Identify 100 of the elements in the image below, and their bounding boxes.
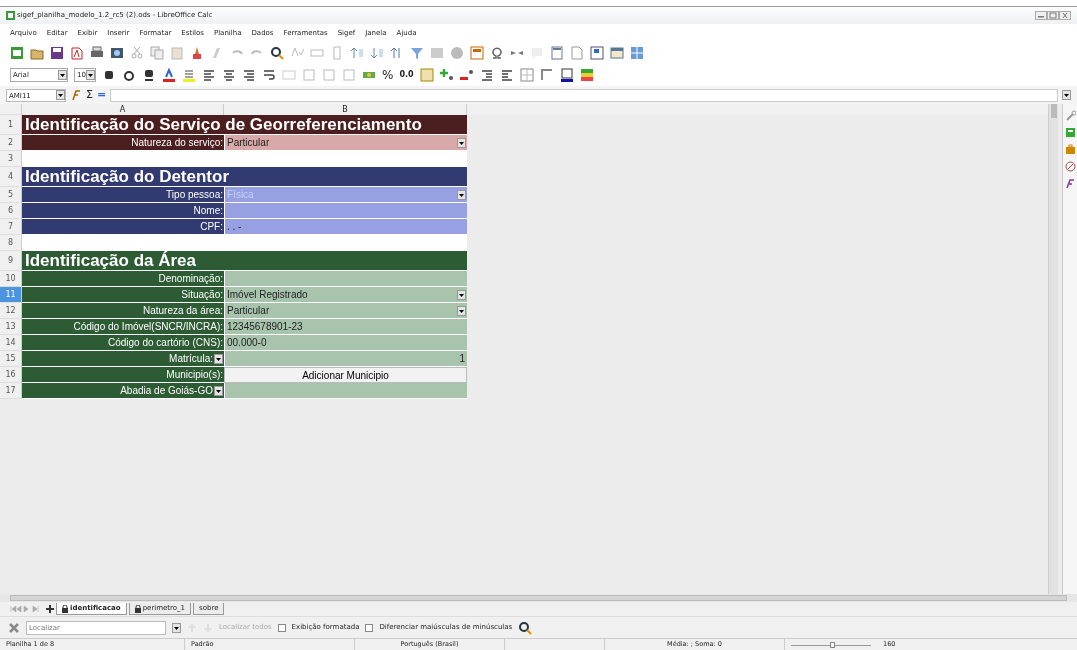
- field-label: Nome:: [193, 204, 223, 218]
- add-decimal-icon[interactable]: [439, 68, 454, 82]
- spreadsheet-icon: [6, 11, 15, 20]
- row-header[interactable]: 3: [0, 151, 22, 167]
- spreadsheet-icon[interactable]: [10, 46, 24, 60]
- row-header[interactable]: 17: [0, 383, 22, 399]
- row-header[interactable]: 8: [0, 235, 22, 251]
- caret-icon: [58, 71, 67, 79]
- sort-ascending-icon[interactable]: [350, 46, 364, 60]
- expand-button[interactable]: [1062, 90, 1071, 100]
- conditional-format-icon[interactable]: [579, 68, 594, 82]
- find-replace-icon[interactable]: [270, 46, 284, 60]
- field-value[interactable]: Imóvel Registrado: [224, 287, 467, 303]
- row-header[interactable]: 4: [0, 167, 22, 187]
- align-center-icon[interactable]: [222, 68, 236, 82]
- row-header[interactable]: 9: [0, 251, 22, 271]
- wrap-text-icon[interactable]: [262, 68, 276, 82]
- print-preview-icon[interactable]: [110, 46, 124, 60]
- field-value[interactable]: 1: [224, 351, 467, 367]
- page-icon[interactable]: [570, 46, 584, 60]
- formula-input[interactable]: [110, 88, 1058, 102]
- grid-icon[interactable]: [630, 46, 644, 60]
- field-label: Municipio(s):: [166, 368, 223, 382]
- close-icon[interactable]: [8, 621, 20, 634]
- add-button[interactable]: Adicionar Municipio: [224, 367, 467, 383]
- minimize-icon[interactable]: [1035, 11, 1047, 20]
- function-wizard-icon[interactable]: [70, 89, 82, 101]
- field-value[interactable]: 12345678901-23: [224, 319, 467, 335]
- field-value[interactable]: . . -: [224, 219, 467, 235]
- row-header[interactable]: 12: [0, 303, 22, 319]
- close-icon[interactable]: [1059, 11, 1071, 20]
- row-header[interactable]: 2: [0, 135, 22, 151]
- sum-button[interactable]: Σ: [86, 86, 93, 104]
- section-heading: Identificação da Área: [22, 251, 467, 271]
- caret-icon: [86, 71, 95, 79]
- align-right-icon[interactable]: [242, 68, 256, 82]
- field-label: Abadia de Goiás-GO: [120, 384, 213, 398]
- row-header[interactable]: 14: [0, 335, 22, 351]
- filter-icon[interactable]: [410, 46, 424, 60]
- row-header[interactable]: 13: [0, 319, 22, 335]
- underline-icon[interactable]: [142, 68, 156, 82]
- delete-decimal-icon[interactable]: [459, 68, 474, 82]
- font-color-icon[interactable]: [162, 68, 176, 82]
- sort-descending-icon[interactable]: [370, 46, 384, 60]
- input-field[interactable]: [224, 383, 467, 399]
- row-header[interactable]: 16: [0, 367, 22, 383]
- checkbox[interactable]: [365, 623, 374, 632]
- border-color-icon[interactable]: [559, 68, 574, 82]
- maximize-icon[interactable]: [1047, 11, 1059, 20]
- wrench-icon[interactable]: [1064, 110, 1076, 121]
- properties-icon[interactable]: [1064, 127, 1076, 138]
- paintbrush-icon[interactable]: [190, 46, 204, 60]
- save-icon[interactable]: [50, 46, 64, 60]
- italic-icon[interactable]: [122, 68, 136, 82]
- field-value[interactable]: Particular: [224, 303, 467, 319]
- zoom-slider-track[interactable]: [791, 644, 871, 650]
- section-heading: Identificação do Serviço de Georreferenciamento: [22, 115, 467, 135]
- scissors-icon[interactable]: [130, 46, 144, 60]
- folder-icon[interactable]: [30, 46, 44, 60]
- input-field[interactable]: [224, 203, 467, 219]
- input-field[interactable]: [224, 271, 467, 287]
- row-header[interactable]: 7: [0, 219, 22, 235]
- split-window-icon[interactable]: [610, 46, 624, 60]
- row-header[interactable]: 15: [0, 351, 22, 367]
- percent-format-button[interactable]: %: [382, 66, 394, 84]
- function-icon[interactable]: [1064, 178, 1076, 189]
- indent-icon[interactable]: [479, 68, 494, 82]
- header-footer-icon[interactable]: [550, 46, 564, 60]
- freeze-icon[interactable]: [590, 46, 604, 60]
- section-heading: Identificação do Detentor: [22, 167, 467, 187]
- bold-icon[interactable]: [102, 68, 116, 82]
- function-button[interactable]: =: [96, 86, 107, 104]
- field-value[interactable]: 00.000-0: [224, 335, 467, 351]
- vertical-scrollbar[interactable]: [1048, 104, 1058, 594]
- field-label: Matrícula:: [169, 352, 213, 366]
- zoom-slider-thumb[interactable]: [830, 641, 835, 648]
- pivot-table-icon[interactable]: [470, 46, 484, 60]
- copy-icon[interactable]: [150, 46, 164, 60]
- highlight-icon[interactable]: [182, 68, 196, 82]
- border-style-icon[interactable]: [539, 68, 554, 82]
- find-replace-icon[interactable]: [518, 620, 533, 635]
- checkbox[interactable]: [277, 623, 286, 632]
- pdf-icon[interactable]: [70, 46, 84, 60]
- date-icon[interactable]: [419, 68, 434, 82]
- printer-icon[interactable]: [90, 46, 104, 60]
- align-left-icon[interactable]: [202, 68, 216, 82]
- row-header[interactable]: 6: [0, 203, 22, 219]
- outdent-icon[interactable]: [499, 68, 514, 82]
- field-value[interactable]: Particular: [224, 135, 467, 151]
- scroll-thumb[interactable]: [1050, 104, 1057, 118]
- omega-icon[interactable]: [490, 46, 504, 60]
- add-sheet-icon[interactable]: [46, 605, 54, 613]
- number-format-button[interactable]: 0.0: [399, 69, 414, 81]
- field-label: Denominação:: [158, 272, 223, 286]
- briefcase-icon[interactable]: [1064, 144, 1076, 155]
- horizontal-scrollbar[interactable]: [10, 595, 1067, 601]
- row-header[interactable]: 1: [0, 115, 22, 135]
- merge-cells-icon[interactable]: [282, 68, 296, 82]
- field-label: Situação:: [181, 288, 223, 302]
- row-header[interactable]: 10: [0, 271, 22, 287]
